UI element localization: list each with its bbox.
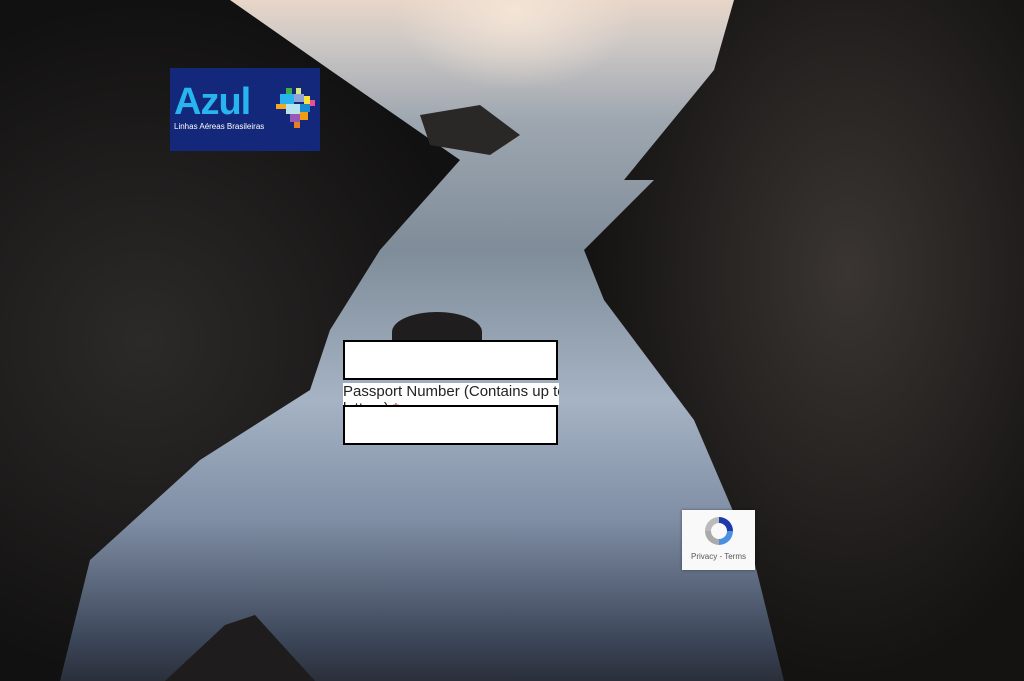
passport-label-text: Passport Number (Contains up to (343, 383, 559, 400)
azul-logo: Azul Linhas Aéreas Brasileiras (170, 68, 320, 151)
text-input[interactable] (343, 340, 558, 380)
passport-form: Passport Number (Contains up to letters)… (342, 340, 559, 447)
recaptcha-badge[interactable]: Privacy - Terms (682, 510, 755, 570)
terms-link[interactable]: Terms (724, 552, 746, 561)
logo-brand: Azul (174, 81, 251, 123)
brazil-map-icon (276, 88, 315, 128)
passport-number-input[interactable] (343, 405, 558, 445)
privacy-link[interactable]: Privacy (691, 552, 717, 561)
recaptcha-links: Privacy - Terms (682, 552, 755, 561)
recaptcha-icon (705, 517, 733, 545)
logo-tagline: Linhas Aéreas Brasileiras (174, 122, 265, 131)
